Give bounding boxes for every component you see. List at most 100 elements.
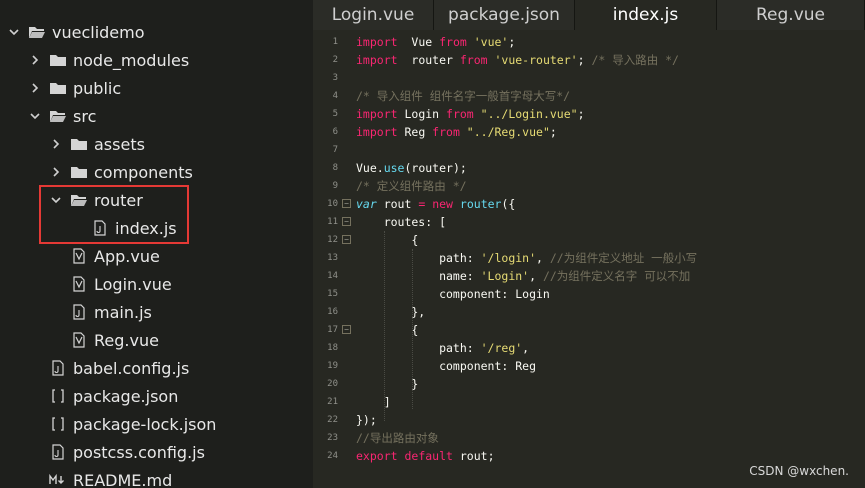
tree-item-postcss-config-js[interactable]: postcss.config.js bbox=[0, 438, 313, 466]
tree-item-components[interactable]: components bbox=[0, 158, 313, 186]
line-number: 15 bbox=[327, 289, 338, 299]
code-line[interactable]: 12− { bbox=[313, 231, 865, 249]
code-line[interactable]: 5 import Login from "../Login.vue"; bbox=[313, 105, 865, 123]
code-line[interactable]: 7 bbox=[313, 141, 865, 159]
fold-toggle-icon[interactable]: − bbox=[342, 199, 351, 208]
js-file-icon bbox=[49, 444, 67, 460]
tree-item-node-modules[interactable]: node_modules bbox=[0, 46, 313, 74]
chevron-right-icon[interactable] bbox=[29, 82, 41, 94]
code-token: from bbox=[432, 125, 460, 139]
folder-icon bbox=[70, 164, 88, 180]
code-line[interactable]: 2 import router from 'vue-router'; /* 导入路… bbox=[313, 51, 865, 69]
tree-item-main-js[interactable]: main.js bbox=[0, 298, 313, 326]
code-line[interactable]: 3 bbox=[313, 69, 865, 87]
chevron-down-icon[interactable] bbox=[8, 26, 20, 38]
tree-item-index-js[interactable]: index.js bbox=[0, 214, 313, 242]
code-token: from bbox=[439, 35, 467, 49]
tab-login-vue[interactable]: Login.vue bbox=[313, 0, 434, 30]
chevron-down-icon[interactable] bbox=[29, 110, 41, 122]
line-number: 1 bbox=[332, 37, 338, 47]
code-token: name: bbox=[356, 269, 481, 283]
code-line[interactable]: 9 /* 定义组件路由 */ bbox=[313, 177, 865, 195]
code-line[interactable]: 11− routes: [ bbox=[313, 213, 865, 231]
tree-item-app-vue[interactable]: App.vue bbox=[0, 242, 313, 270]
code-token: 'vue' bbox=[466, 35, 509, 49]
tree-item-assets[interactable]: assets bbox=[0, 130, 313, 158]
tab-reg-vue[interactable]: Reg.vue bbox=[717, 0, 865, 30]
code-line[interactable]: 4 /* 导入组件 组件名字一般首字母大写*/ bbox=[313, 87, 865, 105]
folder-open-icon bbox=[70, 192, 88, 208]
code-line[interactable]: 24 export default rout; bbox=[313, 447, 865, 465]
json-file-icon bbox=[49, 388, 67, 404]
code-token: routes: [ bbox=[356, 215, 447, 229]
code-line[interactable]: 17− { bbox=[313, 321, 865, 339]
fold-toggle-icon[interactable]: − bbox=[342, 325, 351, 334]
line-number: 23 bbox=[327, 433, 338, 443]
folder-open-icon bbox=[28, 24, 46, 40]
tree-item-src[interactable]: src bbox=[0, 102, 313, 130]
tree-item-label: package.json bbox=[73, 386, 179, 406]
markdown-file-icon bbox=[49, 472, 67, 488]
watermark: CSDN @wxchen. bbox=[749, 464, 849, 478]
code-text: import Vue from 'vue'; bbox=[356, 33, 515, 51]
code-line[interactable]: 20 } bbox=[313, 375, 865, 393]
tree-item-label: main.js bbox=[94, 302, 152, 322]
tree-item-public[interactable]: public bbox=[0, 74, 313, 102]
line-number: 12 bbox=[327, 235, 338, 245]
tree-item-package-json[interactable]: package.json bbox=[0, 382, 313, 410]
code-line[interactable]: 8 Vue.use(router); bbox=[313, 159, 865, 177]
line-number: 2 bbox=[332, 55, 338, 65]
code-line[interactable]: 23 //导出路由对象 bbox=[313, 429, 865, 447]
line-number: 24 bbox=[327, 451, 338, 461]
tree-item-package-lock-json[interactable]: package-lock.json bbox=[0, 410, 313, 438]
code-text: path: '/login', //为组件定义地址 一般小写 bbox=[356, 249, 697, 267]
code-line[interactable]: 22}); bbox=[313, 411, 865, 429]
code-token: //为组件定义名字 可以不加 bbox=[542, 269, 691, 283]
tab-index-js[interactable]: index.js bbox=[575, 0, 717, 30]
code-line[interactable]: 16 }, bbox=[313, 303, 865, 321]
tree-item-login-vue[interactable]: Login.vue bbox=[0, 270, 313, 298]
code-line[interactable]: 14 name: 'Login', //为组件定义名字 可以不加 bbox=[313, 267, 865, 285]
tree-item-label: Reg.vue bbox=[94, 330, 159, 350]
code-token: "../Reg.vue" bbox=[459, 125, 550, 139]
code-line[interactable]: 1 import Vue from 'vue'; bbox=[313, 33, 865, 51]
tree-item-label: Login.vue bbox=[94, 274, 172, 294]
code-editor[interactable]: 1 import Vue from 'vue'; 2 import router fr… bbox=[313, 30, 865, 488]
code-line[interactable]: 18 path: '/reg', bbox=[313, 339, 865, 357]
code-text: var rout = new router({ bbox=[356, 195, 515, 213]
code-token: /* 导入路由 */ bbox=[591, 53, 679, 67]
code-line[interactable]: 19 component: Reg bbox=[313, 357, 865, 375]
chevron-right-icon[interactable] bbox=[50, 166, 62, 178]
tree-item-label: components bbox=[94, 162, 193, 182]
tree-item-vueclidemo[interactable]: vueclidemo bbox=[0, 18, 313, 46]
fold-toggle-icon[interactable]: − bbox=[342, 217, 351, 226]
chevron-right-icon[interactable] bbox=[29, 54, 41, 66]
code-token: import bbox=[356, 35, 398, 49]
code-line[interactable]: 13 path: '/login', //为组件定义地址 一般小写 bbox=[313, 249, 865, 267]
vue-file-icon bbox=[70, 276, 88, 292]
tree-item-reg-vue[interactable]: Reg.vue bbox=[0, 326, 313, 354]
code-token: export bbox=[356, 449, 398, 463]
tree-item-readme-md[interactable]: README.md bbox=[0, 466, 313, 488]
tree-item-router[interactable]: router bbox=[0, 186, 313, 214]
code-line[interactable]: 15 component: Login bbox=[313, 285, 865, 303]
code-text: component: Reg bbox=[356, 357, 536, 375]
tree-item-label: node_modules bbox=[73, 50, 190, 70]
chevron-right-icon[interactable] bbox=[50, 138, 62, 150]
tree-item-babel-config-js[interactable]: babel.config.js bbox=[0, 354, 313, 382]
fold-toggle-icon[interactable]: − bbox=[342, 235, 351, 244]
folder-icon bbox=[70, 136, 88, 152]
chevron-down-icon[interactable] bbox=[50, 194, 62, 206]
tab-package-json[interactable]: package.json bbox=[434, 0, 575, 30]
code-token: import bbox=[356, 107, 398, 121]
code-line[interactable]: 6 import Reg from "../Reg.vue"; bbox=[313, 123, 865, 141]
folder-icon bbox=[49, 80, 67, 96]
line-number: 14 bbox=[327, 271, 338, 281]
code-line[interactable]: 21 ] bbox=[313, 393, 865, 411]
code-line[interactable]: 10− var rout = new router({ bbox=[313, 195, 865, 213]
